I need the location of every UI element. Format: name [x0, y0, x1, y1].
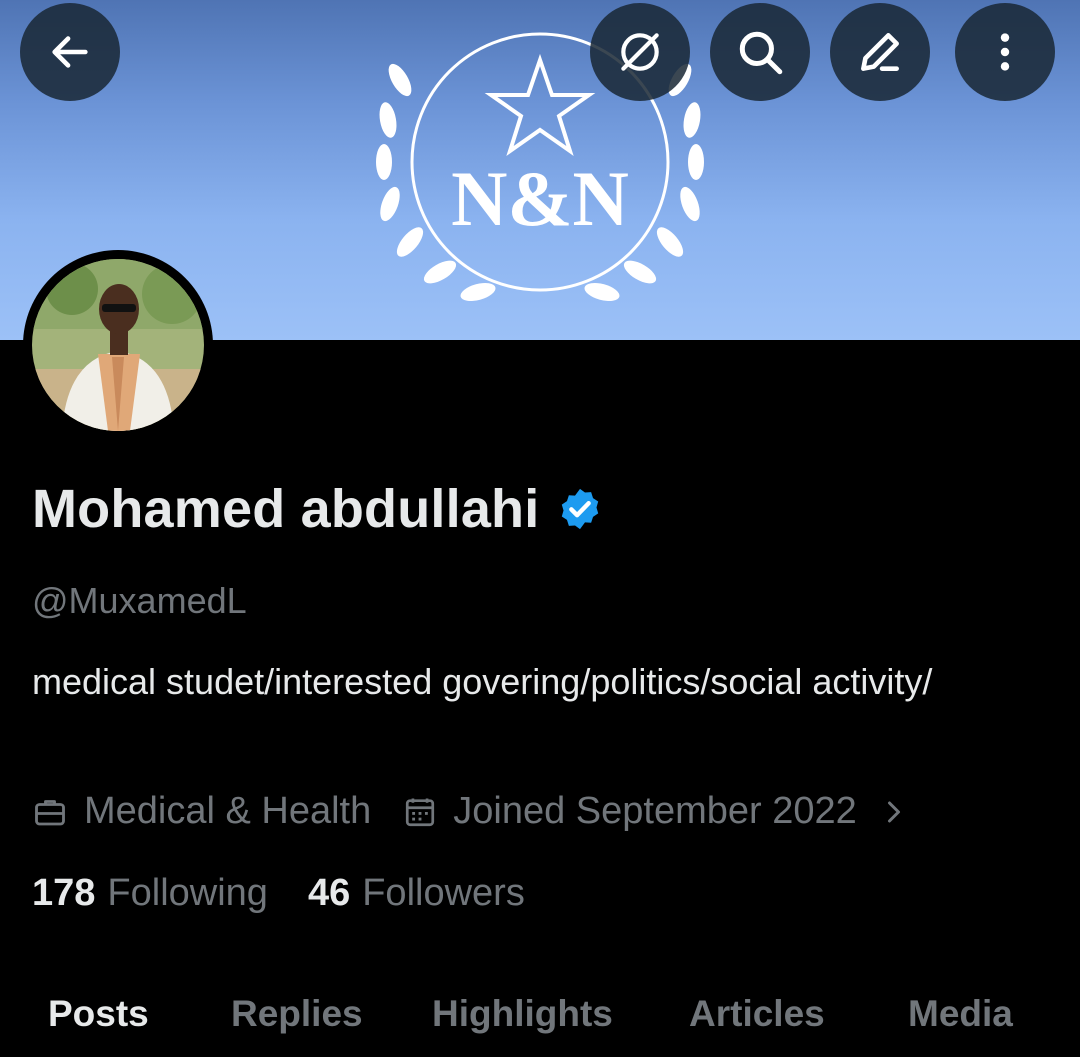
tab-articles[interactable]: Articles — [689, 993, 825, 1035]
display-name: Mohamed abdullahi — [32, 479, 540, 539]
profile-tabs: Posts Replies Highlights Articles Media — [0, 985, 1080, 1057]
verified-badge-icon[interactable] — [557, 486, 603, 532]
avatar[interactable] — [23, 250, 213, 440]
banner-logo-text: N&N — [451, 155, 629, 242]
edit-button[interactable] — [830, 3, 930, 101]
profile-bio: medical studet/interested govering/polit… — [32, 661, 933, 702]
briefcase-icon — [35, 799, 65, 825]
search-icon — [739, 31, 783, 75]
avatar-photo — [32, 259, 204, 431]
more-vertical-icon — [1000, 33, 1010, 71]
follow-stats: 178 Following 46 Followers — [32, 872, 525, 915]
following-stat[interactable]: 178 Following — [32, 872, 268, 915]
edit-pencil-icon — [861, 33, 899, 71]
followers-stat[interactable]: 46 Followers — [308, 872, 525, 915]
following-count: 178 — [32, 872, 96, 914]
followers-count: 46 — [307, 872, 351, 914]
profile-handle: @MuxamedL — [32, 580, 247, 621]
tab-replies[interactable]: Replies — [231, 993, 363, 1035]
back-arrow-icon — [52, 36, 88, 68]
profile-name-row: Mohamed abdullahi — [32, 478, 603, 540]
category-label: Medical & Health — [84, 790, 372, 832]
joined-item[interactable]: Joined September 2022 — [403, 790, 907, 833]
following-label: Following — [107, 872, 268, 914]
grok-button[interactable] — [590, 3, 690, 101]
back-button[interactable] — [20, 3, 120, 101]
tab-highlights[interactable]: Highlights — [432, 993, 613, 1035]
profile-meta: Medical & Health Joined September 2022 — [32, 790, 907, 833]
calendar-icon — [406, 798, 435, 826]
tab-posts[interactable]: Posts — [48, 993, 149, 1035]
chevron-right-icon — [887, 801, 900, 822]
grok-icon — [621, 33, 659, 71]
tab-media[interactable]: Media — [908, 993, 1013, 1035]
more-options-button[interactable] — [955, 3, 1055, 101]
joined-label: Joined September 2022 — [453, 790, 857, 832]
category-item[interactable]: Medical & Health — [32, 790, 371, 833]
followers-label: Followers — [362, 872, 525, 914]
search-button[interactable] — [710, 3, 810, 101]
